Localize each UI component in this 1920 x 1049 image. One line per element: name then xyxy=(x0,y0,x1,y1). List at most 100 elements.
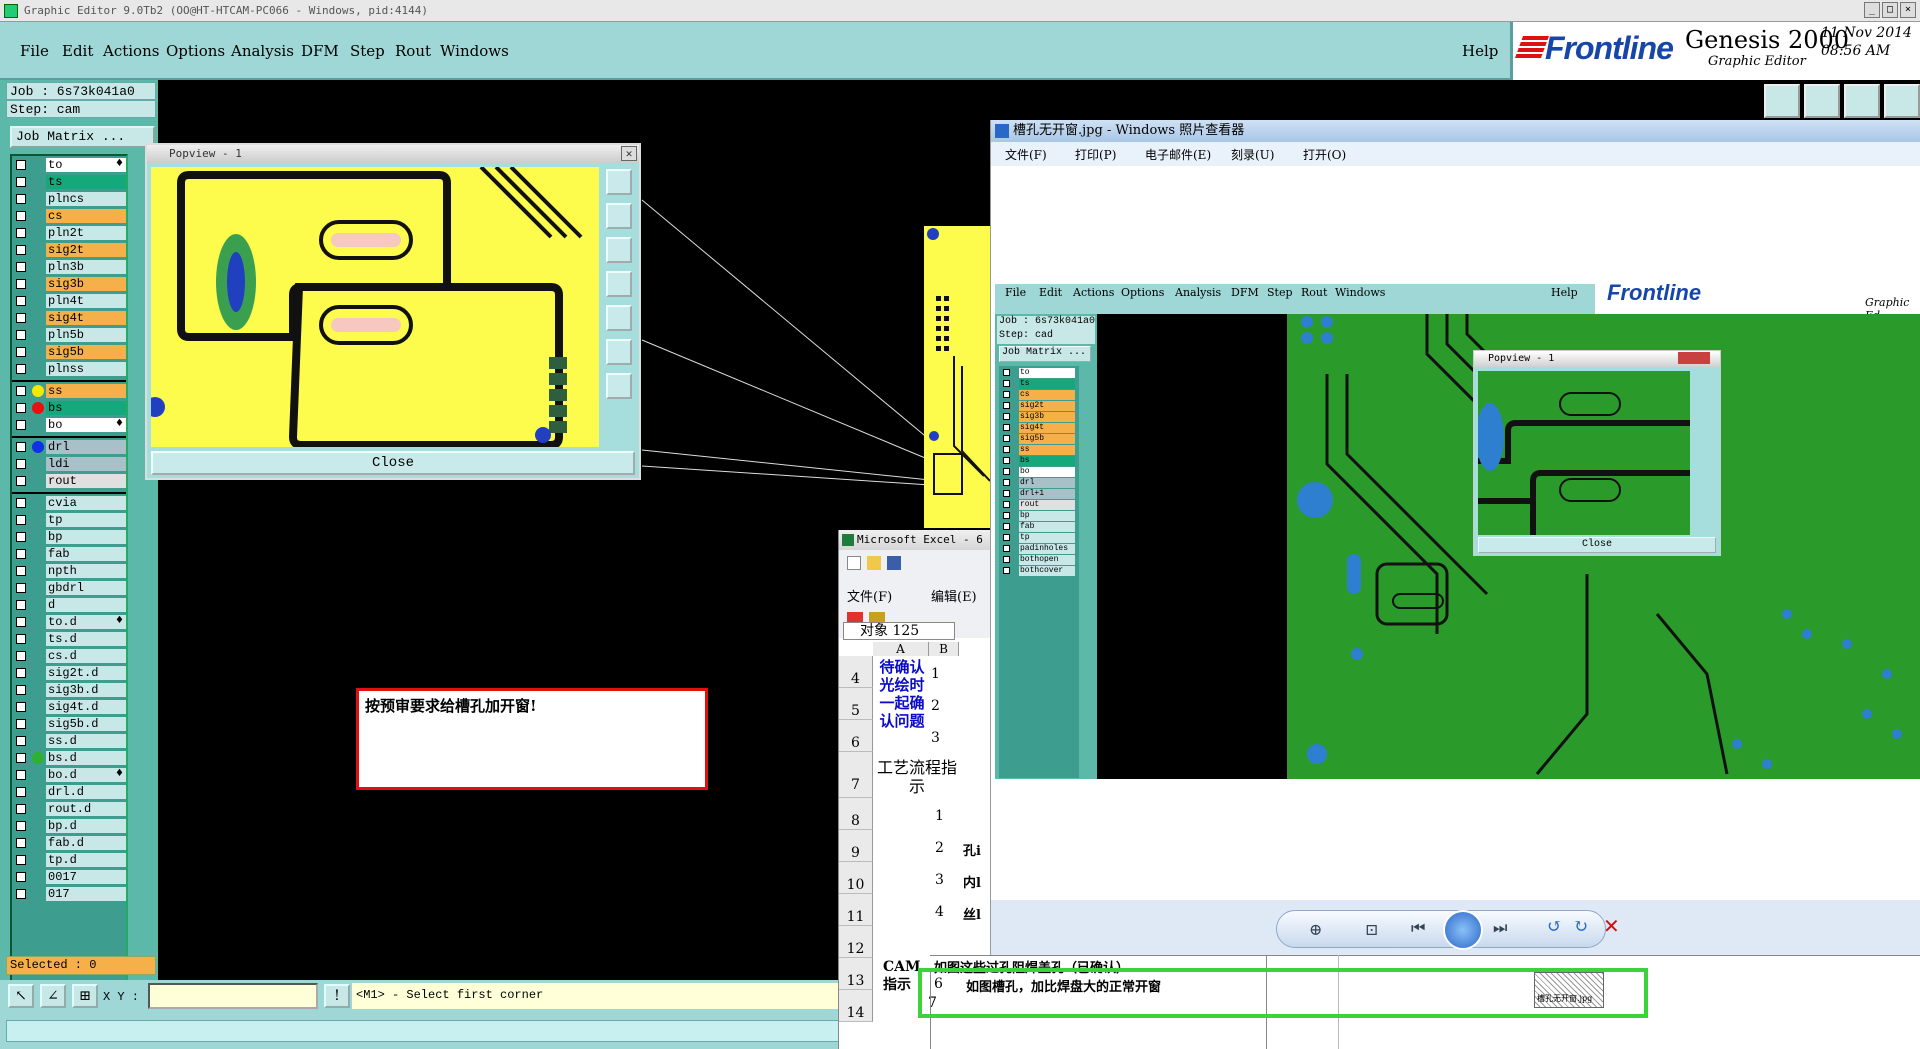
xy-input[interactable] xyxy=(148,983,318,1009)
actual-size-icon[interactable]: ⊡ xyxy=(1365,920,1378,939)
layer-label[interactable]: drl.d xyxy=(46,785,126,799)
layer-label[interactable]: to.d xyxy=(46,615,126,629)
layer-checkbox[interactable] xyxy=(16,566,26,576)
new-icon[interactable] xyxy=(847,556,861,570)
layer-checkbox[interactable] xyxy=(16,617,26,627)
layer-row[interactable]: bp xyxy=(12,530,126,545)
row-header[interactable]: 9 xyxy=(839,830,873,862)
viewer-menu-burn[interactable]: 刻录(U) xyxy=(1231,146,1274,163)
layer-checkbox[interactable] xyxy=(16,804,26,814)
layer-checkbox[interactable] xyxy=(16,651,26,661)
layer-row[interactable]: cs.d xyxy=(12,649,126,664)
row-header[interactable]: 13 xyxy=(839,958,873,990)
grid-icon[interactable] xyxy=(1884,84,1920,118)
layer-row[interactable]: fab xyxy=(12,547,126,562)
layer-row[interactable]: bo.d ♦ xyxy=(12,768,126,783)
layer-row[interactable]: sig5b.d xyxy=(12,717,126,732)
excel-menu-edit[interactable]: 编辑(E) xyxy=(931,586,977,605)
layer-row[interactable]: bs.d xyxy=(12,751,126,766)
column-header-b[interactable]: B xyxy=(929,642,959,656)
process-label-cell[interactable]: 工艺流程指示 xyxy=(875,758,959,798)
cell-b[interactable]: 3 xyxy=(931,730,940,746)
upload-icon[interactable] xyxy=(1764,84,1800,118)
layer-label[interactable]: 017 xyxy=(46,887,126,901)
cell-b[interactable]: 2 xyxy=(931,698,940,714)
layer-row[interactable]: 017 xyxy=(12,887,126,902)
layer-label[interactable]: rout.d xyxy=(46,802,126,816)
layer-row[interactable]: sig3b.d xyxy=(12,683,126,698)
layer-checkbox[interactable] xyxy=(16,872,26,882)
layer-checkbox[interactable] xyxy=(16,719,26,729)
layer-checkbox[interactable] xyxy=(16,634,26,644)
layer-checkbox[interactable] xyxy=(16,702,26,712)
cell-b[interactable]: 2 xyxy=(935,840,944,856)
layer-row[interactable]: ss.d xyxy=(12,734,126,749)
row-header[interactable]: 5 xyxy=(839,688,873,720)
grid-snap-icon[interactable]: ⊞ xyxy=(72,984,98,1008)
layer-row[interactable]: gbdrl xyxy=(12,581,126,596)
home-icon[interactable] xyxy=(1844,84,1880,118)
layer-row[interactable]: d xyxy=(12,598,126,613)
layer-row[interactable]: rout.d xyxy=(12,802,126,817)
layer-label[interactable]: gbdrl xyxy=(46,581,126,595)
layer-row[interactable]: tp.d xyxy=(12,853,126,868)
layer-label[interactable]: cs.d xyxy=(46,649,126,663)
layer-checkbox[interactable] xyxy=(16,736,26,746)
layer-row[interactable]: npth xyxy=(12,564,126,579)
layer-row[interactable]: fab.d xyxy=(12,836,126,851)
layer-label[interactable]: npth xyxy=(46,564,126,578)
layer-checkbox[interactable] xyxy=(16,583,26,593)
zoom-icon[interactable]: ⊕ xyxy=(1309,920,1322,939)
previous-icon[interactable]: ⏮ xyxy=(1411,918,1425,938)
viewer-menu-print[interactable]: 打印(P) xyxy=(1075,146,1116,163)
layer-row[interactable]: to.d ♦ xyxy=(12,615,126,630)
cell-b[interactable]: 1 xyxy=(931,666,940,682)
row-header[interactable]: 14 xyxy=(839,990,873,1022)
layer-label[interactable]: bs.d xyxy=(46,751,126,765)
viewer-menu-open[interactable]: 打开(O) xyxy=(1303,146,1346,163)
layer-label[interactable]: ts.d xyxy=(46,632,126,646)
layer-label[interactable]: bp xyxy=(46,530,126,544)
layer-checkbox[interactable] xyxy=(16,855,26,865)
layer-checkbox[interactable] xyxy=(16,532,26,542)
row-header[interactable]: 12 xyxy=(839,926,873,958)
layer-row[interactable]: bp.d xyxy=(12,819,126,834)
column-header-a[interactable]: A xyxy=(873,642,929,656)
row-header[interactable]: 4 xyxy=(839,656,873,688)
delete-icon[interactable]: ✕ xyxy=(1603,914,1620,938)
layer-label[interactable]: bo.d xyxy=(46,768,126,782)
layer-label[interactable]: sig4t.d xyxy=(46,700,126,714)
save-icon[interactable] xyxy=(887,556,901,570)
layer-label[interactable]: d xyxy=(46,598,126,612)
layer-row[interactable]: ts.d xyxy=(12,632,126,647)
layer-row[interactable]: drl.d xyxy=(12,785,126,800)
layer-checkbox[interactable] xyxy=(16,787,26,797)
layer-row[interactable]: 0017 xyxy=(12,870,126,885)
layer-label[interactable]: sig5b.d xyxy=(46,717,126,731)
layer-checkbox[interactable] xyxy=(16,889,26,899)
layer-checkbox[interactable] xyxy=(16,668,26,678)
layer-checkbox[interactable] xyxy=(16,685,26,695)
viewer-menu-file[interactable]: 文件(F) xyxy=(1005,146,1047,163)
viewer-menu-email[interactable]: 电子邮件(E) xyxy=(1145,146,1211,163)
alert-icon[interactable]: ! xyxy=(324,984,350,1008)
rotate-left-icon[interactable]: ↺ xyxy=(1547,916,1562,937)
rotate-right-icon[interactable]: ↻ xyxy=(1573,916,1588,937)
layer-checkbox[interactable] xyxy=(16,753,26,763)
layer-label[interactable]: sig3b.d xyxy=(46,683,126,697)
layer-row[interactable]: sig2t.d xyxy=(12,666,126,681)
layer-label[interactable]: tp.d xyxy=(46,853,126,867)
cell-b[interactable]: 3 xyxy=(935,872,944,888)
layer-checkbox[interactable] xyxy=(16,821,26,831)
menu-help[interactable]: Help xyxy=(1462,42,1498,60)
row-header[interactable]: 6 xyxy=(839,720,873,752)
cell-c[interactable]: 孔i xyxy=(963,840,981,859)
layer-label[interactable]: 0017 xyxy=(46,870,126,884)
row-header[interactable]: 8 xyxy=(839,798,873,830)
close-button[interactable]: × xyxy=(1900,2,1916,18)
layer-label[interactable]: fab xyxy=(46,547,126,561)
merged-note-cell[interactable]: 待确认光绘时一起确认问题 xyxy=(875,658,929,752)
layer-label[interactable]: bp.d xyxy=(46,819,126,833)
layer-checkbox[interactable] xyxy=(16,549,26,559)
next-icon[interactable]: ⏭ xyxy=(1493,918,1507,938)
